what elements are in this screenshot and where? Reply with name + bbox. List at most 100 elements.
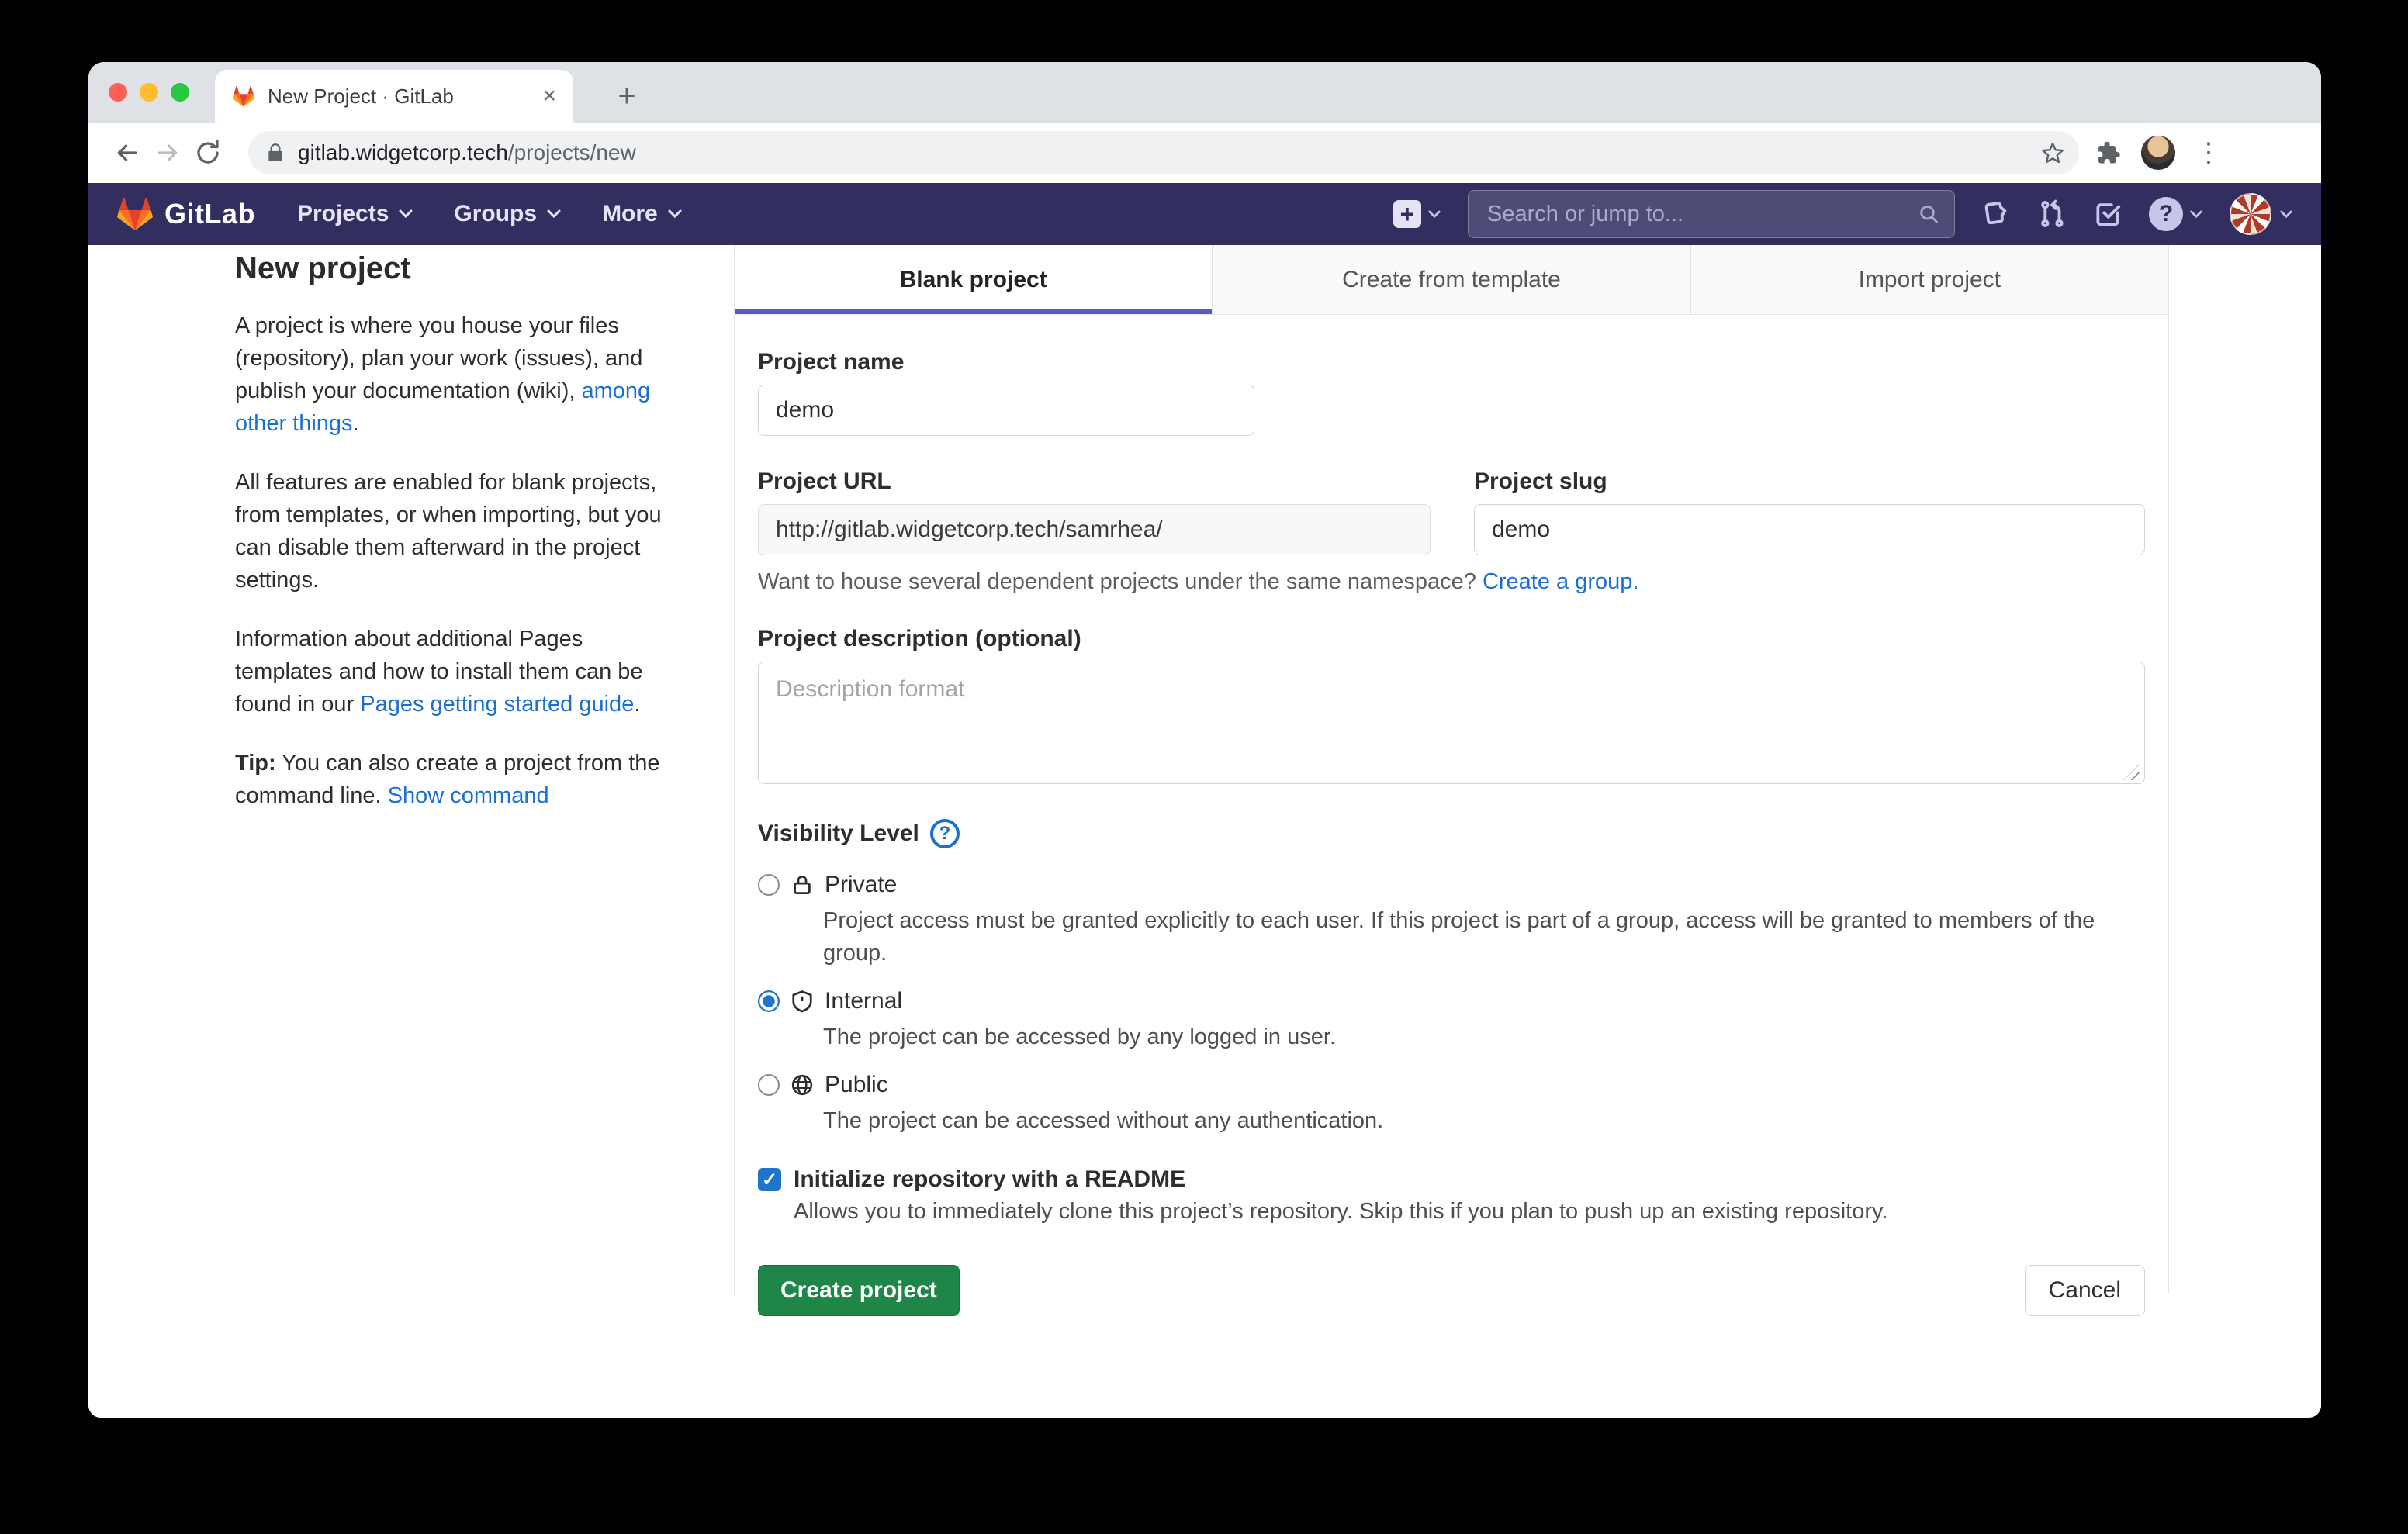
intro-suffix: . xyxy=(353,411,359,436)
chevron-down-icon xyxy=(667,209,683,219)
chevron-down-icon xyxy=(2189,209,2203,219)
browser-menu-icon[interactable]: ⋮ xyxy=(2195,137,2222,168)
tip-label: Tip: xyxy=(235,751,276,776)
visibility-option-private: Private Project access must be granted e… xyxy=(758,872,2145,969)
navbar-menu: Projects Groups More xyxy=(297,201,683,227)
extensions-puzzle-icon[interactable] xyxy=(2093,139,2121,167)
address-bar[interactable]: gitlab.widgetcorp.tech/projects/new xyxy=(248,131,2079,174)
internal-option-label[interactable]: Internal xyxy=(825,988,902,1014)
public-option-label[interactable]: Public xyxy=(825,1072,888,1098)
new-tab-button[interactable]: + xyxy=(607,76,647,116)
readme-checkbox-row: ✓ Initialize repository with a README xyxy=(758,1166,2145,1193)
project-slug-input[interactable] xyxy=(1474,504,2145,555)
gitlab-favicon-icon xyxy=(232,85,255,108)
namespace-hint: Want to house several dependent projects… xyxy=(758,569,2145,595)
project-url-group: Project URL xyxy=(758,468,1431,555)
gitlab-navbar: GitLab Projects Groups More + xyxy=(88,183,2321,245)
merge-requests-icon[interactable] xyxy=(2037,199,2067,229)
zoom-window-button[interactable] xyxy=(171,83,189,102)
browser-titlebar: New Project · GitLab × + xyxy=(88,62,2321,123)
public-radio[interactable] xyxy=(758,1074,780,1096)
tab-title: New Project · GitLab xyxy=(268,85,530,109)
tab-create-from-template[interactable]: Create from template xyxy=(1212,245,1690,314)
nav-item-label: More xyxy=(602,201,658,227)
create-project-button[interactable]: Create project xyxy=(758,1265,960,1316)
visibility-option-internal: Internal The project can be accessed by … xyxy=(758,988,2145,1053)
visibility-level-label: Visibility Level xyxy=(758,821,919,847)
chevron-down-icon xyxy=(1427,209,1441,219)
toolbar-right-cluster: ⋮ xyxy=(2093,136,2222,170)
search-icon xyxy=(1918,202,1940,226)
project-description-label: Project description (optional) xyxy=(758,626,2145,652)
project-description-textarea[interactable] xyxy=(758,662,2145,784)
project-url-input[interactable] xyxy=(758,504,1431,555)
gitlab-logo-icon[interactable] xyxy=(116,196,154,232)
form-actions: Create project Cancel xyxy=(758,1265,2145,1316)
visibility-level-header: Visibility Level ? xyxy=(758,819,2145,848)
intro-paragraph: A project is where you house your files … xyxy=(235,309,681,440)
todos-icon[interactable] xyxy=(2093,199,2123,229)
help-menu-button[interactable]: ? xyxy=(2149,197,2203,231)
minimize-window-button[interactable] xyxy=(140,83,158,102)
browser-profile-avatar[interactable] xyxy=(2141,136,2175,170)
forward-icon[interactable] xyxy=(147,133,188,173)
cancel-button[interactable]: Cancel xyxy=(2025,1265,2145,1316)
project-name-input[interactable] xyxy=(758,385,1254,436)
user-menu-button[interactable] xyxy=(2230,193,2293,235)
browser-tab[interactable]: New Project · GitLab × xyxy=(215,70,573,123)
tab-blank-project[interactable]: Blank project xyxy=(735,245,1212,314)
nav-item-more[interactable]: More xyxy=(602,201,683,227)
pages-guide-link[interactable]: Pages getting started guide xyxy=(360,692,634,717)
user-avatar xyxy=(2230,193,2271,235)
shield-icon xyxy=(791,990,814,1013)
tab-close-icon[interactable]: × xyxy=(542,85,556,108)
chevron-down-icon xyxy=(546,209,562,219)
globe-icon xyxy=(791,1073,814,1097)
desktop-background: New Project · GitLab × + gitlab.widgetco… xyxy=(0,0,2408,1534)
global-search[interactable] xyxy=(1468,190,1955,238)
internal-radio[interactable] xyxy=(758,990,780,1012)
new-menu-button[interactable]: + xyxy=(1393,200,1441,228)
back-icon[interactable] xyxy=(107,133,147,173)
project-name-label: Project name xyxy=(758,349,2145,375)
project-slug-label: Project slug xyxy=(1474,468,2145,495)
reload-icon[interactable] xyxy=(188,133,228,173)
readme-checkbox[interactable]: ✓ xyxy=(758,1168,781,1191)
nav-item-groups[interactable]: Groups xyxy=(454,201,562,227)
readme-label[interactable]: Initialize repository with a README xyxy=(794,1166,1185,1193)
page-description-column: New project A project is where you house… xyxy=(235,251,681,838)
browser-toolbar: gitlab.widgetcorp.tech/projects/new ⋮ xyxy=(88,123,2321,183)
issues-icon[interactable] xyxy=(1981,199,2011,229)
new-project-card: Blank project Create from template Impor… xyxy=(734,245,2169,1294)
tab-import-project[interactable]: Import project xyxy=(1690,245,2168,314)
search-input[interactable] xyxy=(1487,202,1918,227)
lock-icon xyxy=(265,143,285,163)
description-area-wrap xyxy=(758,652,2145,788)
lock-icon xyxy=(791,873,814,897)
bookmark-star-icon[interactable] xyxy=(2040,140,2065,165)
page-title: New project xyxy=(235,251,681,286)
show-command-link[interactable]: Show command xyxy=(388,783,549,808)
blank-project-form: Project name Project URL Project slug Wa… xyxy=(735,349,2168,1316)
project-slug-group: Project slug xyxy=(1474,468,2145,555)
pages-paragraph: Information about additional Pages templ… xyxy=(235,623,681,720)
gitlab-wordmark[interactable]: GitLab xyxy=(164,198,255,230)
namespace-hint-text: Want to house several dependent projects… xyxy=(758,569,1483,594)
private-radio[interactable] xyxy=(758,874,780,896)
private-option-label[interactable]: Private xyxy=(825,872,897,898)
pages-suffix: . xyxy=(634,692,640,717)
nav-item-label: Groups xyxy=(454,201,537,227)
project-url-label: Project URL xyxy=(758,468,1431,495)
chevron-down-icon xyxy=(2279,209,2293,219)
url-host: gitlab.widgetcorp.tech xyxy=(298,140,508,164)
visibility-help-icon[interactable]: ? xyxy=(930,819,960,848)
page-content: New project A project is where you house… xyxy=(88,245,2321,1418)
close-window-button[interactable] xyxy=(109,83,127,102)
nav-item-projects[interactable]: Projects xyxy=(297,201,413,227)
visibility-option-public: Public The project can be accessed witho… xyxy=(758,1072,2145,1137)
create-group-link[interactable]: Create a group. xyxy=(1483,569,1639,594)
navbar-right-cluster: + ? xyxy=(1393,190,2293,238)
internal-option-description: The project can be accessed by any logge… xyxy=(758,1021,2145,1053)
nav-item-label: Projects xyxy=(297,201,389,227)
readme-description: Allows you to immediately clone this pro… xyxy=(758,1199,2145,1225)
